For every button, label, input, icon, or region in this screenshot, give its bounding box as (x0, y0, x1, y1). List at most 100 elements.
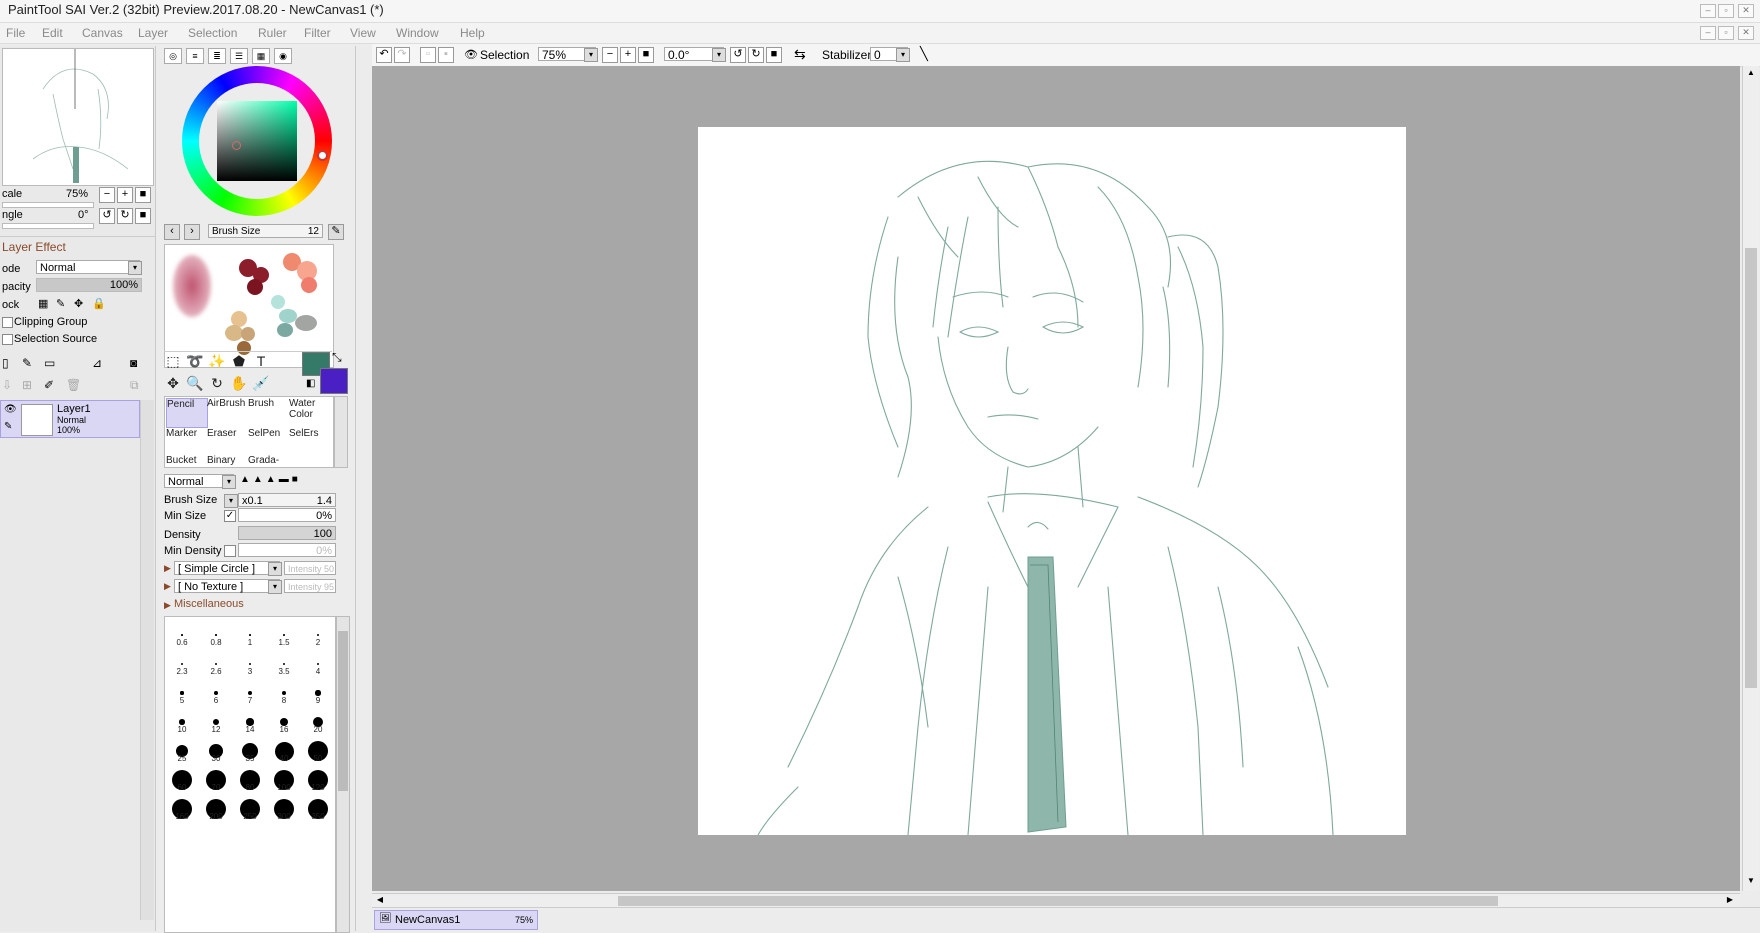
menu-filter[interactable]: Filter (304, 26, 331, 40)
brush-texture-select[interactable]: [ No Texture ] (174, 579, 280, 593)
brush-size-preset[interactable]: 3 (233, 650, 267, 679)
horizontal-scroll-thumb[interactable] (618, 896, 1498, 906)
brush-size-preset[interactable]: 1.5 (267, 621, 301, 650)
swatches-tab[interactable]: ▦ (252, 48, 270, 64)
brush-size-preset[interactable]: 300 (267, 795, 301, 824)
scroll-left-icon[interactable]: ◀ (374, 895, 386, 907)
brush-size-preset[interactable]: 2.3 (165, 650, 199, 679)
document-tab[interactable]: 🖼 NewCanvas1 75% (374, 910, 538, 930)
magic-wand-icon[interactable]: ✨ (208, 352, 226, 370)
zoom-fit-icon[interactable]: ■ (638, 47, 654, 63)
menu-edit[interactable]: Edit (42, 26, 63, 40)
vertical-scroll-thumb[interactable] (1745, 248, 1757, 688)
brush-grid-scrollbar[interactable] (334, 396, 348, 468)
chevron-down-icon[interactable]: ▾ (896, 48, 910, 62)
new-folder-icon[interactable]: ▭ (44, 356, 55, 370)
expand-misc-icon[interactable]: ▶ (164, 600, 171, 611)
brush-size-preset[interactable]: 50 (301, 737, 335, 766)
layer-menu-icon[interactable]: ⧉ (130, 378, 139, 393)
brush-shape-buttons[interactable]: ▲▲▲▬■ (240, 474, 336, 488)
redo-icon[interactable]: ↷ (394, 47, 410, 63)
brush-size-preset[interactable]: 4 (301, 650, 335, 679)
brush-size-preset[interactable]: 10 (165, 708, 199, 737)
background-color-swatch[interactable] (320, 368, 348, 394)
zoom-out-button[interactable]: − (99, 187, 115, 203)
min-size-slider[interactable]: 0% (238, 508, 336, 522)
brush-selers[interactable]: SelErs (289, 428, 329, 456)
selection-source-checkbox[interactable] (2, 334, 13, 345)
clipping-group-checkbox[interactable] (2, 317, 13, 328)
layer-effect-heading[interactable]: Layer Effect (2, 240, 66, 254)
chevron-down-icon[interactable]: ▾ (268, 580, 282, 594)
angle-slider[interactable] (2, 223, 94, 229)
rotate-reset-button[interactable]: ■ (135, 208, 151, 224)
doc-close-button[interactable]: ✕ (1738, 26, 1754, 40)
selection-visibility-icon[interactable]: 👁 (464, 48, 478, 61)
brush-size-edit-button[interactable]: ✎ (328, 224, 344, 240)
chevron-down-icon[interactable]: ▾ (584, 48, 598, 62)
saturation-value-square[interactable] (217, 101, 297, 181)
scratchpad[interactable] (164, 244, 334, 368)
horizontal-scrollbar[interactable]: ◀ ▶ (372, 893, 1740, 908)
undo-color-button[interactable]: ‹ (164, 224, 180, 240)
menu-file[interactable]: File (6, 26, 25, 40)
transparent-color-icon[interactable]: ◧ (306, 378, 315, 389)
menu-window[interactable]: Window (396, 26, 439, 40)
zoom-out-icon[interactable]: − (602, 47, 618, 63)
clear-layer-icon[interactable]: ✐ (44, 378, 54, 392)
min-density-checkbox[interactable] (224, 545, 236, 557)
new-layer-icon[interactable]: ▯ (2, 356, 9, 370)
rotate-icon[interactable]: ↻ (208, 374, 226, 392)
miscellaneous-heading[interactable]: Miscellaneous (174, 598, 244, 610)
rotate-ccw-icon[interactable]: ↺ (730, 47, 746, 63)
mixer-tab[interactable]: ☰ (230, 48, 248, 64)
brush-size-preset[interactable]: 1 (233, 621, 267, 650)
brush-size-preset[interactable]: 9 (301, 679, 335, 708)
restore-button[interactable]: ▫ (1718, 4, 1734, 18)
layer-list-scrollbar[interactable] (140, 400, 154, 920)
brush-binary[interactable]: Binary (207, 455, 247, 467)
brush-shape-select[interactable]: [ Simple Circle ] (174, 561, 280, 575)
canvas-viewport[interactable] (372, 66, 1740, 891)
min-density-slider[interactable]: 0% (238, 543, 336, 557)
scratchpad-tab[interactable]: ◉ (274, 48, 292, 64)
scroll-right-icon[interactable]: ▶ (1724, 895, 1736, 907)
mode-select[interactable]: Normal (36, 260, 140, 274)
brush-size-preset[interactable]: 2.6 (199, 650, 233, 679)
rect-select-icon[interactable]: ⬚ (164, 352, 182, 370)
layer-mask-icon[interactable]: ⊿ (92, 356, 102, 370)
texture-intensity-slider[interactable]: Intensity 95 (284, 579, 336, 593)
brush-size-preset[interactable]: 7 (233, 679, 267, 708)
expand-texture-icon[interactable]: ▶ (164, 581, 171, 592)
brush-size-preset[interactable]: 80 (233, 766, 267, 795)
hue-ring[interactable] (182, 66, 332, 216)
menu-layer[interactable]: Layer (138, 26, 168, 40)
transfer-down-icon[interactable]: ⇩ (2, 378, 12, 392)
brush-size-preset[interactable]: 25 (165, 737, 199, 766)
brush-size-preset[interactable]: 14 (233, 708, 267, 737)
zoom-icon[interactable]: 🔍 (186, 374, 204, 392)
close-button[interactable]: ✕ (1738, 4, 1754, 18)
presets-scroll-thumb[interactable] (338, 631, 348, 791)
swap-colors-icon[interactable]: ⤡ (332, 350, 342, 365)
density-slider[interactable]: 100 (238, 526, 336, 540)
menu-view[interactable]: View (350, 26, 376, 40)
brush-watercolor[interactable]: Water Color (289, 398, 329, 426)
brush-brush[interactable]: Brush (248, 398, 288, 426)
brush-size-preset[interactable]: 0.8 (199, 621, 233, 650)
brush-eraser[interactable]: Eraser (207, 428, 247, 456)
move-icon[interactable]: ✥ (164, 374, 182, 392)
brush-size-preset[interactable]: 0.6 (165, 621, 199, 650)
hue-cursor[interactable] (317, 150, 328, 161)
menu-ruler[interactable]: Ruler (258, 26, 287, 40)
zoom-in-icon[interactable]: + (620, 47, 636, 63)
delete-layer-icon[interactable]: 🗑 (66, 378, 81, 392)
layer-row[interactable]: 👁 ✎ Layer1 Normal 100% (0, 400, 140, 438)
brush-size-preset[interactable]: 70 (199, 766, 233, 795)
shape-intensity-slider[interactable]: Intensity 50 (284, 561, 336, 575)
chevron-down-icon[interactable]: ▾ (268, 562, 282, 576)
rotate-right-button[interactable]: ↻ (117, 208, 133, 224)
brush-size-preset[interactable]: 120 (301, 766, 335, 795)
brush-bucket[interactable]: Bucket (166, 455, 206, 467)
lock-all-icon[interactable]: 🔒 (92, 297, 106, 310)
